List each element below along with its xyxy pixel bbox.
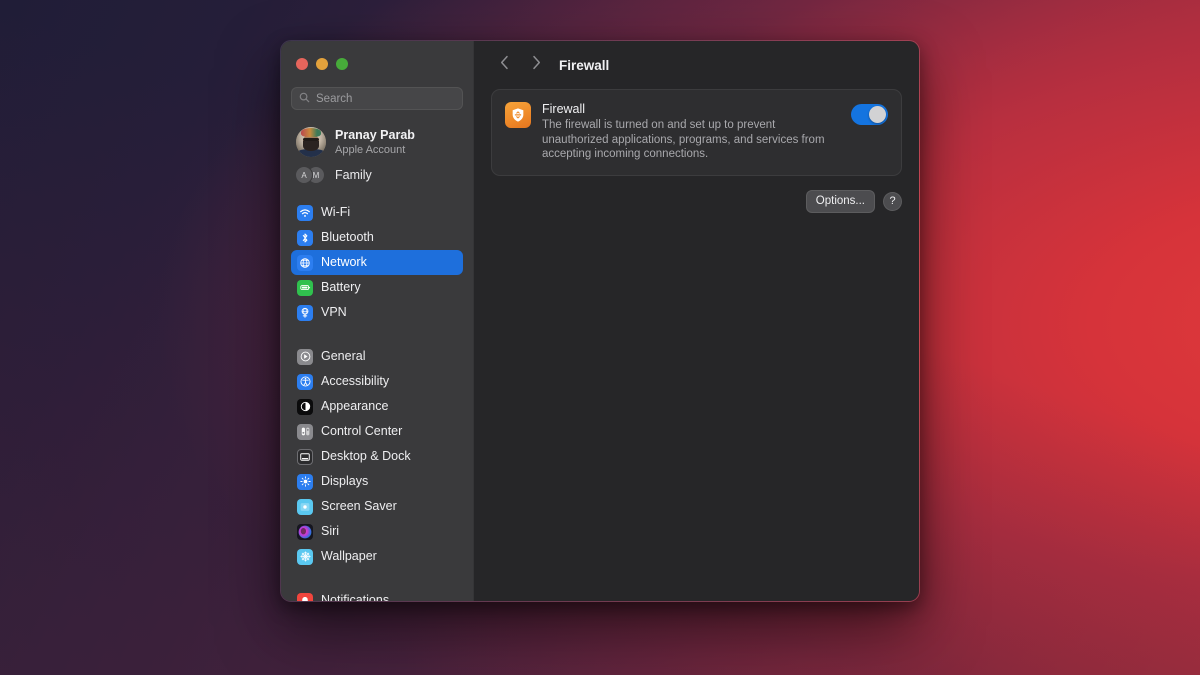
sidebar-item-network[interactable]: Network <box>291 250 463 275</box>
accessibility-icon <box>297 373 313 390</box>
appearance-icon <box>297 398 313 415</box>
sidebar-item-wallpaper[interactable]: Wallpaper <box>291 544 463 569</box>
battery-icon <box>297 279 313 296</box>
sidebar-item-control-center[interactable]: Control Center <box>291 419 463 444</box>
sidebar-item-label: Accessibility <box>321 374 390 389</box>
screen-saver-icon <box>297 498 313 515</box>
sidebar-item-family[interactable]: A M Family <box>291 162 463 188</box>
sidebar-group-notifications: Notifications <box>281 588 473 602</box>
chevron-left-icon <box>500 55 509 75</box>
displays-icon <box>297 473 313 490</box>
search-icon <box>299 90 310 108</box>
sidebar-item-screen-saver[interactable]: Screen Saver <box>291 494 463 519</box>
account-subtitle: Apple Account <box>335 143 406 156</box>
chevron-right-icon <box>532 55 541 75</box>
desktop-dock-icon <box>297 448 313 465</box>
forward-button[interactable] <box>523 52 549 78</box>
sidebar-item-label: Wallpaper <box>321 549 377 564</box>
sidebar-item-notifications[interactable]: Notifications <box>291 588 463 602</box>
maximize-window-button[interactable] <box>336 58 348 70</box>
sidebar-item-bluetooth[interactable]: Bluetooth <box>291 225 463 250</box>
control-center-icon <box>297 423 313 440</box>
sidebar-item-desktop-and-dock[interactable]: Desktop & Dock <box>291 444 463 469</box>
sidebar-item-label-family: Family <box>335 168 372 182</box>
search-input[interactable] <box>316 92 455 105</box>
back-button[interactable] <box>491 52 517 78</box>
sidebar-item-label: VPN <box>321 305 347 320</box>
sidebar-item-label: Bluetooth <box>321 230 374 245</box>
help-button[interactable]: ? <box>883 191 902 211</box>
sidebar-item-appearance[interactable]: Appearance <box>291 394 463 419</box>
siri-icon <box>297 523 313 540</box>
firewall-card-body: Firewall The firewall is turned on and s… <box>542 101 840 162</box>
minimize-window-button[interactable] <box>316 58 328 70</box>
sidebar-item-label: Notifications <box>321 593 390 602</box>
card-actions: Options... ? <box>491 189 902 213</box>
sidebar-item-vpn[interactable]: VPN <box>291 300 463 325</box>
firewall-shield-icon <box>505 102 531 128</box>
sidebar-item-siri[interactable]: Siri <box>291 519 463 544</box>
notifications-bell-icon <box>297 592 313 601</box>
options-button[interactable]: Options... <box>805 189 875 213</box>
sidebar-group-network: Wi-Fi Bluetooth Network Battery VPN <box>281 200 473 325</box>
sidebar-item-label: Screen Saver <box>321 499 397 514</box>
sidebar-item-label: Battery <box>321 280 361 295</box>
vpn-icon <box>297 304 313 321</box>
bluetooth-icon <box>297 229 313 246</box>
sidebar-group-system: General Accessibility Appearance Control… <box>281 344 473 569</box>
sidebar-item-label: General <box>321 349 366 364</box>
firewall-card: Firewall The firewall is turned on and s… <box>491 89 902 176</box>
family-avatars: A M <box>295 165 326 185</box>
sidebar-item-displays[interactable]: Displays <box>291 469 463 494</box>
system-settings-window: Pranay Parab Apple Account A M Family <box>280 40 920 602</box>
sidebar-item-label: Control Center <box>321 424 403 439</box>
content-pane: Firewall Firewall The firewall is turned… <box>473 41 919 601</box>
avatar <box>296 127 326 157</box>
content-toolbar: Firewall <box>474 41 919 89</box>
account-name: Pranay Parab <box>335 127 415 142</box>
sidebar: Pranay Parab Apple Account A M Family <box>281 41 473 601</box>
close-window-button[interactable] <box>296 58 308 70</box>
sidebar-item-label: Wi-Fi <box>321 205 351 220</box>
firewall-card-title: Firewall <box>542 102 586 116</box>
general-gear-icon <box>297 348 313 365</box>
sidebar-item-wi-fi[interactable]: Wi-Fi <box>291 200 463 225</box>
sidebar-item-battery[interactable]: Battery <box>291 275 463 300</box>
sidebar-item-label: Displays <box>321 474 369 489</box>
sidebar-item-label: Network <box>321 255 367 270</box>
sidebar-item-accessibility[interactable]: Accessibility <box>291 369 463 394</box>
sidebar-item-general[interactable]: General <box>291 344 463 369</box>
firewall-toggle-knob <box>869 106 886 123</box>
sidebar-item-label: Desktop & Dock <box>321 449 411 464</box>
firewall-toggle[interactable] <box>851 104 888 125</box>
page-title: Firewall <box>559 57 610 73</box>
wallpaper-icon <box>297 548 313 565</box>
apple-account-row[interactable]: Pranay Parab Apple Account <box>291 123 463 161</box>
family-badge-a: A <box>295 166 313 184</box>
sidebar-item-label: Appearance <box>321 399 389 414</box>
sidebar-item-label: Siri <box>321 524 340 539</box>
account-text: Pranay Parab Apple Account <box>335 128 415 157</box>
firewall-card-description: The firewall is turned on and set up to … <box>542 119 825 160</box>
network-globe-icon <box>297 254 313 271</box>
search-field[interactable] <box>291 87 463 110</box>
wifi-icon <box>297 204 313 221</box>
window-traffic-lights <box>281 41 473 70</box>
